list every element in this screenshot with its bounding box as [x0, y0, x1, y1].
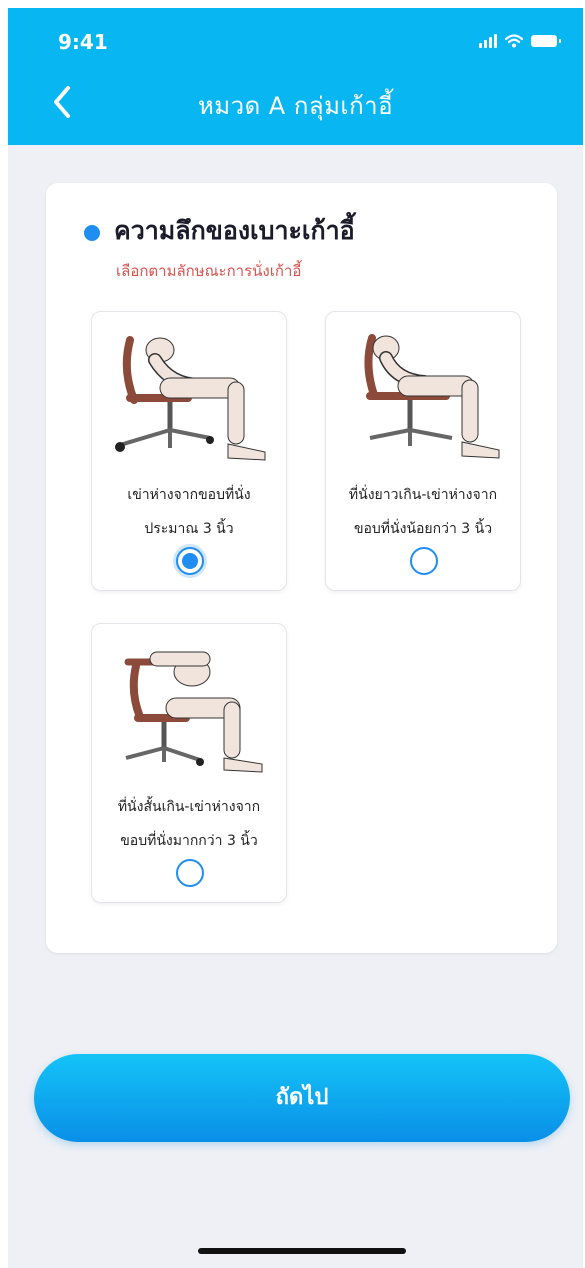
- question-bullet-icon: [84, 225, 100, 241]
- status-time: 9:41: [58, 30, 108, 54]
- top-header: 9:41 หมวด A กลุ่มเก้าอี้: [8, 8, 583, 145]
- question-subtitle: เลือกตามลักษณะการนั่งเก้าอี้: [116, 262, 302, 280]
- option-card-seat-too-long[interactable]: ที่นั่งยาวเกิน-เข่าห่างจาก ขอบที่นั่งน้อ…: [325, 311, 521, 591]
- option-label: ที่นั่งยาวเกิน-เข่าห่างจาก ขอบที่นั่งน้อ…: [348, 487, 498, 537]
- battery-icon: [531, 35, 561, 47]
- option-radio[interactable]: [410, 547, 438, 575]
- option-card-seat-too-short[interactable]: ที่นั่งสั้นเกิน-เข่าห่างจาก ขอบที่นั่งมา…: [91, 623, 287, 903]
- next-button[interactable]: ถัดไป: [34, 1054, 570, 1142]
- page-title: หมวด A กลุ่มเก้าอี้: [197, 92, 394, 120]
- chair-posture-normal-illustration: [115, 336, 266, 461]
- option-label: ที่นั่งสั้นเกิน-เข่าห่างจาก ขอบที่นั่งมา…: [117, 799, 261, 849]
- option-card-normal[interactable]: เข่าห่างจากขอบที่นั่ง ประมาณ 3 นิ้ว: [91, 311, 287, 591]
- app-screen: 9:41 หมวด A กลุ่มเก้าอี้ ความลึกของเบาะเ…: [8, 8, 583, 1268]
- question-card: ความลึกของเบาะเก้าอี้ เลือกตามลักษณะการน…: [46, 183, 557, 953]
- option-radio[interactable]: [176, 859, 204, 887]
- chair-posture-seat-too-long-illustration: [364, 334, 500, 459]
- home-indicator: [198, 1248, 406, 1254]
- status-icons: [479, 34, 561, 48]
- wifi-icon: [505, 34, 523, 48]
- option-radio[interactable]: [176, 547, 204, 575]
- chair-posture-seat-too-short-illustration: [124, 651, 263, 773]
- question-title: ความลึกของเบาะเก้าอี้: [114, 216, 355, 245]
- option-label: เข่าห่างจากขอบที่นั่ง ประมาณ 3 นิ้ว: [127, 487, 251, 537]
- signal-icon: [479, 34, 497, 48]
